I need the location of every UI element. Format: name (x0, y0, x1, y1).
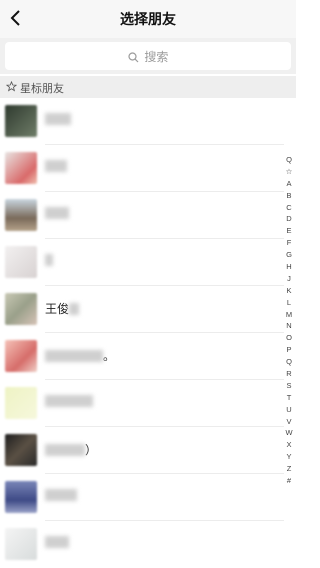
alphabet-index-bar[interactable]: Q ☆ A B C D E F G H J K L M N O P Q R S T U V W X Y Z # (283, 154, 295, 487)
contact-name (45, 112, 71, 126)
index-letter[interactable]: K (283, 285, 295, 297)
search-input[interactable]: 搜索 (5, 42, 291, 70)
contact-name (45, 253, 53, 267)
index-letter[interactable]: Z (283, 463, 295, 475)
contact-name (45, 394, 93, 408)
contact-row[interactable] (0, 380, 284, 427)
index-letter[interactable]: U (283, 404, 295, 416)
avatar (5, 387, 37, 419)
index-letter[interactable]: O (283, 332, 295, 344)
avatar (5, 434, 37, 466)
avatar (5, 105, 37, 137)
index-letter[interactable]: V (283, 416, 295, 428)
index-letter[interactable]: B (283, 190, 295, 202)
avatar (5, 293, 37, 325)
contact-name (45, 159, 67, 173)
avatar (5, 199, 37, 231)
index-letter[interactable]: ☆ (283, 166, 295, 178)
contact-row[interactable] (0, 98, 284, 145)
contact-name (45, 206, 69, 220)
contact-name: 。 (45, 347, 115, 364)
index-letter[interactable]: D (283, 213, 295, 225)
index-letter[interactable]: C (283, 202, 295, 214)
search-icon (127, 52, 139, 63)
contact-name: 王俊 (45, 300, 80, 317)
index-letter[interactable]: W (283, 427, 295, 439)
index-letter[interactable]: R (283, 368, 295, 380)
contact-name (45, 535, 69, 549)
contact-name: ） (45, 441, 97, 458)
page-title: 选择朋友 (120, 12, 176, 28)
index-letter[interactable]: # (283, 475, 295, 487)
contact-row[interactable] (0, 145, 284, 192)
navigation-bar: 选择朋友 (0, 0, 296, 38)
star-icon (6, 81, 17, 92)
section-label: 星标朋友 (20, 82, 64, 95)
search-placeholder: 搜索 (144, 50, 169, 64)
index-letter[interactable]: F (283, 237, 295, 249)
contact-name (45, 488, 77, 502)
section-header-starred: 星标朋友 (0, 76, 296, 98)
contact-row[interactable] (0, 521, 284, 568)
avatar (5, 152, 37, 184)
index-letter[interactable]: M (283, 309, 295, 321)
index-letter[interactable]: J (283, 273, 295, 285)
index-letter[interactable]: A (283, 178, 295, 190)
index-letter[interactable]: Q (283, 154, 295, 166)
index-letter[interactable]: H (283, 261, 295, 273)
index-letter[interactable]: E (283, 225, 295, 237)
search-area: 搜索 (0, 38, 296, 74)
contact-row[interactable] (0, 239, 284, 286)
index-letter[interactable]: Q (283, 356, 295, 368)
index-letter[interactable]: Y (283, 451, 295, 463)
index-letter[interactable]: T (283, 392, 295, 404)
contact-row[interactable]: ） (0, 427, 284, 474)
index-letter[interactable]: N (283, 320, 295, 332)
index-letter[interactable]: X (283, 439, 295, 451)
avatar (5, 246, 37, 278)
contact-row[interactable]: 。 (0, 333, 284, 380)
index-letter[interactable]: G (283, 249, 295, 261)
contact-row[interactable] (0, 474, 284, 521)
avatar (5, 481, 37, 513)
avatar (5, 340, 37, 372)
index-letter[interactable]: P (283, 344, 295, 356)
avatar (5, 528, 37, 560)
index-letter[interactable]: L (283, 297, 295, 309)
contact-row[interactable] (0, 192, 284, 239)
index-letter[interactable]: S (283, 380, 295, 392)
contact-row[interactable]: 王俊 (0, 286, 284, 333)
